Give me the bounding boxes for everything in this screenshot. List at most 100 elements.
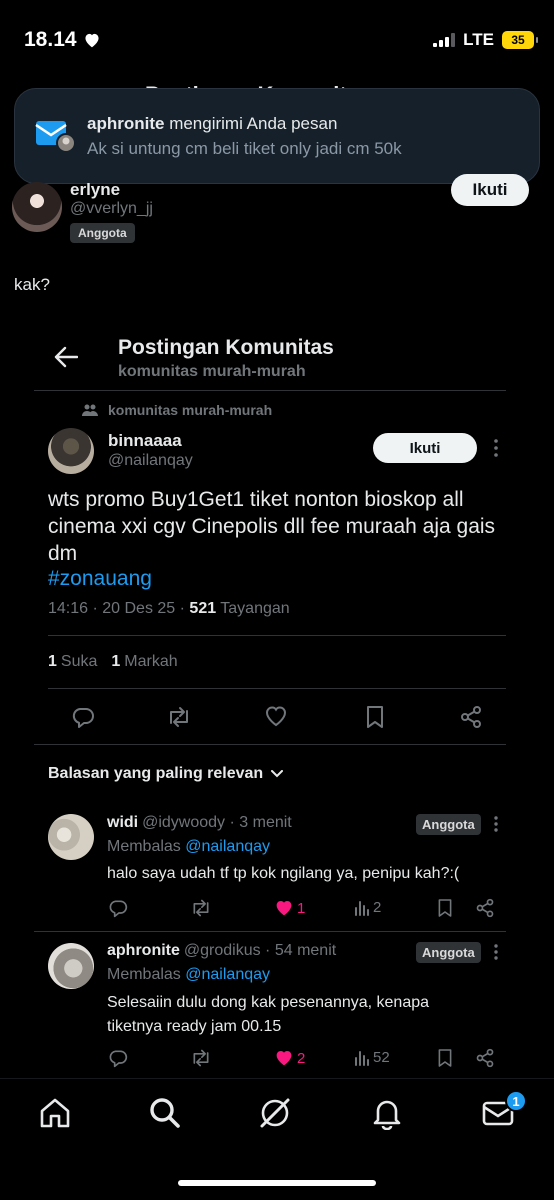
notification-message: Ak si untung cm beli tiket only jadi cm …: [87, 139, 402, 158]
divider: [48, 688, 506, 689]
status-indicators: LTE 35: [433, 30, 538, 50]
header-subtitle: komunitas murah-murah: [118, 363, 306, 380]
more-options-icon[interactable]: [490, 438, 502, 458]
chevron-down-icon: [271, 770, 284, 778]
community-label[interactable]: komunitas murah-murah: [108, 402, 272, 418]
views-stat[interactable]: 2: [354, 899, 381, 916]
avatar[interactable]: [48, 428, 94, 474]
messages-badge: 1: [505, 1090, 527, 1112]
bookmarks-label: Markah: [124, 653, 178, 670]
like-icon[interactable]: [264, 705, 288, 727]
reply-icon[interactable]: [108, 898, 128, 918]
likes-count: 1: [48, 653, 57, 670]
avatar[interactable]: [48, 943, 94, 989]
like-stat[interactable]: 2: [274, 1049, 305, 1067]
reply-meta: @grodikus · 54 menit: [183, 942, 337, 959]
community-icon: [82, 403, 98, 417]
analytics-icon: [355, 900, 369, 916]
hashtag-link[interactable]: #zonauang: [48, 567, 152, 591]
reply-author-name[interactable]: widi: [107, 814, 138, 831]
battery-icon: 35: [502, 31, 538, 49]
reply-header: aphronite @grodikus · 54 menit: [107, 942, 336, 960]
post-stats: 1 Suka 1 Markah: [48, 653, 178, 671]
repost-icon[interactable]: [190, 898, 212, 918]
battery-level: 35: [511, 33, 525, 47]
grok-icon[interactable]: [258, 1096, 292, 1130]
follow-button[interactable]: Ikuti: [373, 433, 477, 463]
notification-action: mengirimi Anda pesan: [169, 114, 338, 133]
divider: [34, 744, 506, 745]
reply-text: halo saya udah tf tp kok ngilang ya, pen…: [107, 865, 460, 882]
replying-to-handle[interactable]: @nailanqay: [185, 966, 270, 983]
bookmarks-count: 1: [111, 653, 121, 670]
notifications-icon[interactable]: [370, 1096, 404, 1130]
bookmark-icon[interactable]: [365, 705, 385, 729]
follow-button[interactable]: Ikuti: [451, 174, 529, 206]
views-label: Tayangan: [220, 600, 290, 617]
replying-prefix: Membalas: [107, 966, 181, 983]
header-title: Postingan Komunitas: [118, 336, 334, 359]
reply-icon[interactable]: [71, 705, 95, 729]
notification-title: aphronite mengirimi Anda pesan: [87, 114, 337, 134]
likes-stat[interactable]: 1 Suka: [48, 653, 97, 671]
bookmark-icon[interactable]: [437, 898, 453, 918]
repost-icon[interactable]: [166, 705, 192, 729]
views-count: 2: [373, 899, 382, 916]
bookmarks-stat[interactable]: 1 Markah: [111, 653, 177, 671]
member-badge: Anggota: [70, 223, 135, 243]
divider: [48, 635, 506, 636]
post-timestamp: 14:16 · 20 Des 25 ·: [48, 600, 190, 617]
replying-to: Membalas @nailanqay: [107, 838, 270, 856]
clock-text: 18.14: [24, 28, 77, 51]
home-icon[interactable]: [38, 1096, 72, 1130]
message-notification-banner[interactable]: aphronite mengirimi Anda pesan Ak si unt…: [14, 88, 540, 184]
reply-author-name[interactable]: aphronite: [107, 942, 180, 959]
reply-text: Selesaiin dulu dong kak pesenannya, kena…: [107, 994, 430, 1035]
like-stat[interactable]: 1: [274, 899, 305, 917]
message-text: kak?: [14, 275, 50, 294]
post-meta: 14:16 · 20 Des 25 · 521 Tayangan: [48, 600, 290, 618]
reply-icon[interactable]: [108, 1048, 128, 1068]
analytics-icon: [355, 1050, 369, 1066]
member-badge: Anggota: [416, 942, 481, 963]
notification-sender: aphronite: [87, 114, 165, 133]
replies-sort-label: Balasan yang paling relevan: [48, 765, 264, 782]
profile-name[interactable]: erlyne: [70, 180, 120, 200]
like-count: 2: [297, 1049, 306, 1067]
avatar[interactable]: [12, 182, 62, 232]
network-label: LTE: [463, 30, 494, 49]
member-badge: Anggota: [416, 814, 481, 835]
heart-filled-icon: [276, 901, 292, 916]
divider: [34, 390, 506, 391]
more-options-icon[interactable]: [490, 815, 502, 833]
profile-handle: @vverlyn_jj: [70, 200, 153, 217]
repost-icon[interactable]: [190, 1048, 212, 1068]
views-stat[interactable]: 52: [354, 1049, 390, 1066]
post-text: wts promo Buy1Get1 tiket nonton bioskop …: [48, 488, 496, 565]
replying-prefix: Membalas: [107, 838, 181, 855]
signal-icon: [433, 33, 456, 47]
divider: [34, 931, 506, 932]
message-app-icon: [35, 119, 77, 153]
home-indicator[interactable]: [178, 1180, 376, 1186]
status-time: 18.14: [24, 28, 101, 52]
back-arrow-icon[interactable]: [54, 346, 78, 368]
share-icon[interactable]: [459, 705, 483, 729]
avatar[interactable]: [48, 814, 94, 860]
share-icon[interactable]: [475, 898, 495, 918]
replies-sort-dropdown[interactable]: Balasan yang paling relevan: [48, 765, 284, 783]
replying-to: Membalas @nailanqay: [107, 966, 270, 984]
heart-filled-icon: [276, 1051, 292, 1066]
bookmark-icon[interactable]: [437, 1048, 453, 1068]
reply-meta: @idywoody · 3 menit: [142, 814, 292, 831]
search-icon[interactable]: [148, 1096, 182, 1130]
share-icon[interactable]: [475, 1048, 495, 1068]
more-options-icon[interactable]: [490, 943, 502, 961]
like-count: 1: [297, 899, 306, 917]
likes-label: Suka: [60, 653, 98, 670]
reply-header: widi @idywoody · 3 menit: [107, 814, 292, 832]
replying-to-handle[interactable]: @nailanqay: [185, 838, 270, 855]
heart-icon: [85, 33, 99, 48]
author-name[interactable]: binnaaaa: [108, 431, 182, 451]
views-count: 52: [373, 1049, 390, 1066]
